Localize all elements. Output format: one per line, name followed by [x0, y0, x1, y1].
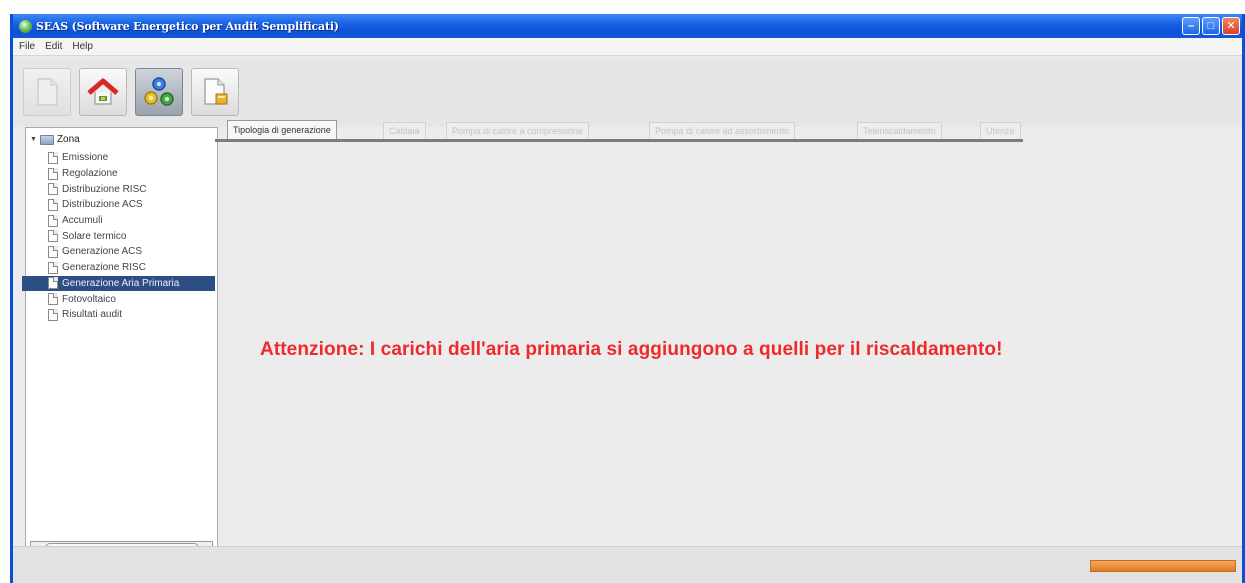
- tree-root-zona[interactable]: ▼ Zona: [30, 134, 80, 145]
- gears-icon: [144, 77, 174, 106]
- tab-caldaia[interactable]: Caldaia: [383, 122, 426, 139]
- tab-utenze[interactable]: Utenze: [980, 122, 1021, 139]
- tree-item-generazione-acs[interactable]: Generazione ACS: [48, 244, 215, 260]
- new-document-button[interactable]: [23, 68, 71, 116]
- tree-root-label: Zona: [56, 134, 80, 145]
- home-button[interactable]: [79, 68, 127, 116]
- navigation-tree: ▼ Zona Emissione Regolazione Distribuzio…: [22, 127, 218, 560]
- tree-item-label: Fotovoltaico: [62, 293, 116, 305]
- edit-document-icon: [204, 78, 228, 105]
- tree-item-risultati-audit[interactable]: Risultati audit: [48, 307, 215, 323]
- window-controls: – □ ✕: [1182, 17, 1240, 35]
- document-icon: [48, 277, 58, 290]
- document-icon: [48, 214, 58, 227]
- tab-pompa-di-calore-a-compressione[interactable]: Pompa di calore a compressione: [446, 122, 590, 139]
- close-button[interactable]: ✕: [1222, 17, 1240, 35]
- tree-item-emissione[interactable]: Emissione: [48, 150, 215, 166]
- tree-item-label: Emissione: [62, 152, 109, 164]
- tree-item-generazione-risc[interactable]: Generazione RISC: [48, 260, 215, 276]
- tree-item-label: Accumuli: [62, 215, 103, 227]
- document-icon: [48, 198, 58, 211]
- home-icon: [87, 78, 119, 105]
- tree-item-distribuzione-acs[interactable]: Distribuzione ACS: [48, 197, 215, 213]
- title-bar[interactable]: SEAS (Software Energetico per Audit Semp…: [13, 14, 1242, 38]
- menu-edit[interactable]: Edit: [45, 41, 62, 52]
- document-icon: [48, 245, 58, 258]
- app-window: SEAS (Software Energetico per Audit Semp…: [10, 14, 1245, 583]
- tree-item-solare-termico[interactable]: Solare termico: [48, 228, 215, 244]
- tab-tipologia-di-generazione[interactable]: Tipologia di generazione: [227, 120, 337, 139]
- status-bar: [13, 546, 1242, 583]
- menu-bar: File Edit Help: [13, 38, 1242, 56]
- progress-bar: [1090, 560, 1236, 572]
- tab-teleriscaldamento[interactable]: Teleriscaldamento: [857, 122, 942, 139]
- window-title: SEAS (Software Energetico per Audit Semp…: [36, 19, 339, 33]
- tree-list: Emissione Regolazione Distribuzione RISC…: [22, 150, 215, 323]
- tree-expand-icon[interactable]: ▼: [30, 136, 37, 143]
- menu-file[interactable]: File: [19, 41, 35, 52]
- tab-bar: Tipologia di generazione Caldaia Pompa d…: [215, 118, 1233, 140]
- document-icon: [48, 261, 58, 274]
- folder-icon: [39, 134, 54, 145]
- maximize-button[interactable]: □: [1202, 17, 1220, 35]
- document-icon: [48, 183, 58, 196]
- tab-divider: [215, 139, 1023, 142]
- tree-item-label: Distribuzione ACS: [62, 199, 143, 211]
- tree-item-generazione-aria-primaria[interactable]: Generazione Aria Primaria: [22, 275, 215, 292]
- tree-item-label: Generazione ACS: [62, 246, 143, 258]
- blank-document-icon: [37, 78, 58, 106]
- warning-message: Attenzione: I carichi dell'aria primaria…: [260, 339, 1003, 360]
- tree-item-label: Regolazione: [62, 168, 118, 180]
- document-icon: [48, 308, 58, 321]
- app-logo-icon: [19, 19, 32, 33]
- tree-item-fotovoltaico[interactable]: Fotovoltaico: [48, 291, 215, 307]
- settings-button[interactable]: [135, 68, 183, 116]
- tree-item-regolazione[interactable]: Regolazione: [48, 166, 215, 182]
- edit-document-button[interactable]: [191, 68, 239, 116]
- menu-help[interactable]: Help: [72, 41, 93, 52]
- document-icon: [48, 230, 58, 243]
- tree-item-accumuli[interactable]: Accumuli: [48, 213, 215, 229]
- toolbar: [13, 57, 1242, 127]
- tree-item-distribuzione-risc[interactable]: Distribuzione RISC: [48, 181, 215, 197]
- tree-item-label: Solare termico: [62, 230, 127, 242]
- minimize-button[interactable]: –: [1182, 17, 1200, 35]
- tree-item-label: Distribuzione RISC: [62, 183, 147, 195]
- tree-item-label: Generazione Aria Primaria: [62, 277, 180, 289]
- document-icon: [48, 151, 58, 164]
- tree-item-label: Risultati audit: [62, 309, 123, 321]
- tree-item-label: Generazione RISC: [62, 262, 146, 274]
- tab-pompa-di-calore-ad-assorbimento[interactable]: Pompa di calore ad assorbimento: [649, 122, 796, 139]
- document-icon: [48, 293, 58, 306]
- document-icon: [48, 167, 58, 180]
